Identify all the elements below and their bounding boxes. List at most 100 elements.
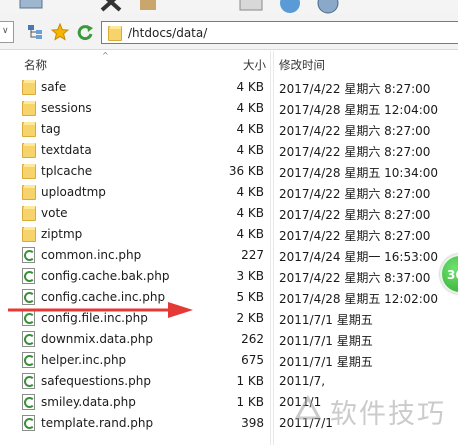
left-pane-dropdown[interactable]: ∨	[0, 21, 14, 43]
file-modified: 2011/7/1 星期五	[279, 334, 373, 348]
file-modified: 2017/4/28 星期五 12:04:00	[279, 103, 439, 117]
toolbar-icon[interactable]	[278, 0, 302, 14]
path-text: /htdocs/data/	[128, 26, 208, 40]
file-size: 3 KB	[236, 269, 264, 283]
refresh-icon[interactable]	[76, 23, 94, 41]
file-size: 4 KB	[236, 122, 264, 136]
php-file-icon	[22, 331, 36, 347]
tree-view-icon[interactable]	[26, 23, 44, 41]
file-modified: 2017/4/24 星期一 16:53:00	[279, 250, 439, 264]
file-modified: 2017/4/22 星期六 8:37:00	[279, 271, 431, 285]
file-size: 4 KB	[236, 143, 264, 157]
file-size: 36 KB	[228, 164, 264, 178]
red-arrow-annotation	[8, 302, 193, 318]
file-size: 4 KB	[236, 80, 264, 94]
folder-row[interactable]: sessions 4 KB 2017/4/28 星期五 12:04:00	[0, 98, 458, 119]
file-name: tplcache	[41, 164, 93, 178]
php-file-icon	[22, 247, 36, 263]
file-name: vote	[41, 206, 68, 220]
toolbar-icon[interactable]	[316, 0, 340, 14]
watermark-logo-icon	[294, 394, 322, 420]
php-file-icon	[22, 415, 36, 431]
file-name: safequestions.php	[41, 374, 151, 388]
file-modified: 2011/7/1 星期五	[279, 313, 373, 327]
folder-row[interactable]: textdata 4 KB 2017/4/22 星期六 8:27:00	[0, 140, 458, 161]
file-size: 1 KB	[236, 395, 264, 409]
file-name: downmix.data.php	[41, 332, 154, 346]
file-list: safe 4 KB 2017/4/22 星期六 8:27:00 sessions 4 K…	[0, 77, 458, 434]
file-name: ziptmp	[41, 227, 83, 241]
file-modified: 2011/7,	[279, 374, 326, 388]
php-file-icon	[22, 352, 36, 368]
folder-icon	[22, 205, 36, 221]
file-size: 4 KB	[236, 185, 264, 199]
column-name[interactable]: 名称	[24, 57, 47, 73]
address-bar: ∨ /htdocs/data/	[0, 14, 458, 50]
file-name: sessions	[41, 101, 92, 115]
file-size: 1 KB	[236, 374, 264, 388]
folder-icon	[22, 121, 36, 137]
php-file-icon	[22, 373, 36, 389]
file-size: 675	[241, 353, 264, 367]
folder-icon	[22, 100, 36, 116]
toolbar-icon[interactable]	[138, 0, 158, 12]
file-row[interactable]: downmix.data.php 262 2011/7/1 星期五	[0, 329, 458, 350]
toolbar-icon[interactable]	[18, 0, 44, 12]
folder-row[interactable]: safe 4 KB 2017/4/22 星期六 8:27:00	[0, 77, 458, 98]
file-size: 4 KB	[236, 206, 264, 220]
folder-icon	[108, 25, 122, 41]
folder-icon	[22, 226, 36, 242]
folder-icon	[22, 142, 36, 158]
folder-icon	[22, 184, 36, 200]
file-modified: 2017/4/22 星期六 8:27:00	[279, 82, 431, 96]
file-modified: 2017/4/22 星期六 8:27:00	[279, 187, 431, 201]
column-header: ^ 名称 大小 修改时间	[0, 51, 458, 76]
watermark-text: 软件技巧	[330, 399, 446, 430]
folder-row[interactable]: uploadtmp 4 KB 2017/4/22 星期六 8:27:00	[0, 182, 458, 203]
file-name: tag	[41, 122, 61, 136]
file-modified: 2017/4/28 星期五 10:34:00	[279, 166, 439, 180]
file-row[interactable]: common.inc.php 227 2017/4/24 星期一 16:53:00	[0, 245, 458, 266]
file-name: textdata	[41, 143, 92, 157]
file-modified: 2017/4/22 星期六 8:27:00	[279, 145, 431, 159]
file-name: helper.inc.php	[41, 353, 127, 367]
toolbar	[0, 0, 458, 14]
star-icon[interactable]	[51, 23, 69, 41]
file-name: smiley.data.php	[41, 395, 136, 409]
sort-ascending-icon: ^	[102, 51, 109, 60]
file-size: 4 KB	[236, 227, 264, 241]
folder-row[interactable]: tplcache 36 KB 2017/4/28 星期五 10:34:00	[0, 161, 458, 182]
file-row[interactable]: helper.inc.php 675 2011/7/1 星期五	[0, 350, 458, 371]
file-name: common.inc.php	[41, 248, 142, 262]
chevron-down-icon: ∨	[2, 26, 9, 36]
file-size: 4 KB	[236, 101, 264, 115]
file-modified: 2011/7/1 星期五	[279, 355, 373, 369]
column-size[interactable]: 大小	[243, 57, 266, 73]
file-name: uploadtmp	[41, 185, 106, 199]
file-modified: 2017/4/22 星期六 8:27:00	[279, 124, 431, 138]
php-file-icon	[22, 268, 36, 284]
file-modified: 2017/4/22 星期六 8:27:00	[279, 229, 431, 243]
file-name: config.cache.bak.php	[41, 269, 170, 283]
file-modified: 2017/4/28 星期五 12:02:00	[279, 292, 439, 306]
file-row[interactable]: config.cache.bak.php 3 KB 2017/4/22 星期六 8:…	[0, 266, 458, 287]
folder-row[interactable]: ziptmp 4 KB 2017/4/22 星期六 8:27:00	[0, 224, 458, 245]
folder-row[interactable]: vote 4 KB 2017/4/22 星期六 8:27:00	[0, 203, 458, 224]
folder-row[interactable]: tag 4 KB 2017/4/22 星期六 8:27:00	[0, 119, 458, 140]
path-input[interactable]: /htdocs/data/	[101, 21, 458, 44]
column-modified[interactable]: 修改时间	[279, 57, 325, 73]
toolbar-icon[interactable]	[238, 0, 264, 12]
folder-icon	[22, 79, 36, 95]
file-size: 227	[241, 248, 264, 262]
file-modified: 2017/4/22 星期六 8:27:00	[279, 208, 431, 222]
file-name: template.rand.php	[41, 416, 154, 430]
file-name: safe	[41, 80, 67, 94]
folder-icon	[22, 163, 36, 179]
file-size: 398	[241, 416, 264, 430]
file-size: 5 KB	[236, 290, 264, 304]
file-size: 262	[241, 332, 264, 346]
file-row[interactable]: safequestions.php 1 KB 2011/7,	[0, 371, 458, 392]
delete-icon[interactable]	[98, 0, 124, 12]
file-size: 2 KB	[236, 311, 264, 325]
php-file-icon	[22, 394, 36, 410]
